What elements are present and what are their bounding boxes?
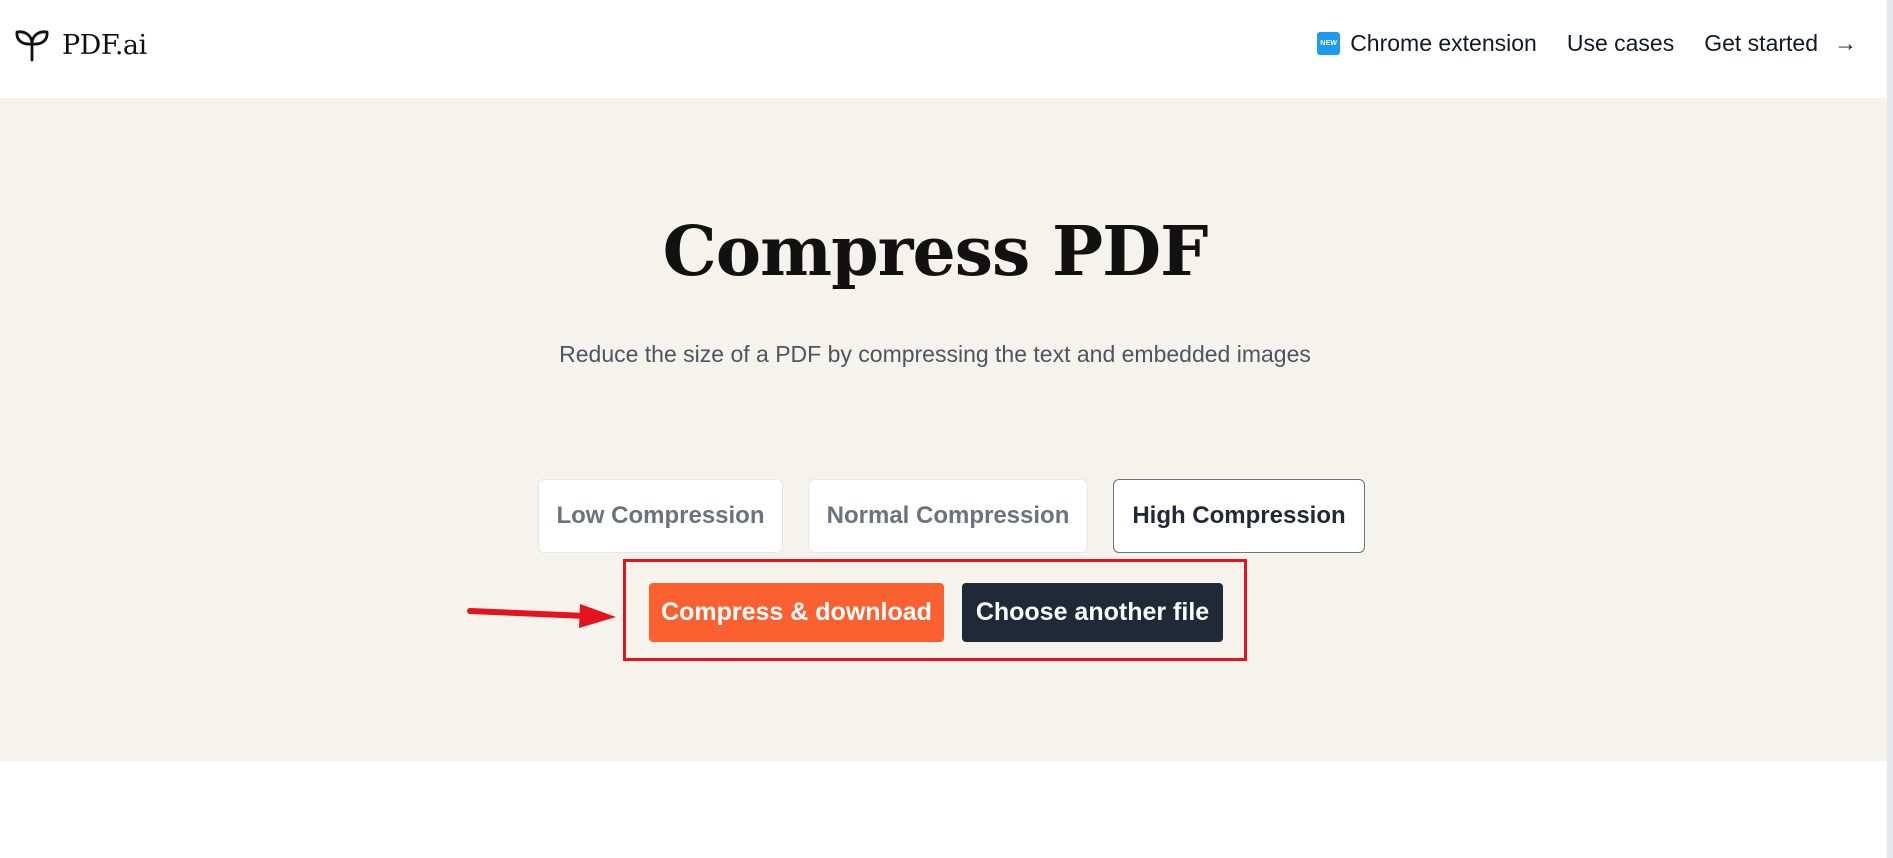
page-subtitle: Reduce the size of a PDF by compressing …	[559, 341, 1311, 367]
annotation-arrow-icon	[467, 604, 616, 628]
choose-another-file-button[interactable]: Choose another file	[962, 583, 1223, 642]
logo-text: PDF.ai	[62, 29, 147, 61]
page-scrollbar[interactable]	[1887, 0, 1893, 858]
nav-chrome-extension-label: Chrome extension	[1350, 30, 1537, 56]
low-compression-option[interactable]: Low Compression	[538, 479, 783, 553]
logo[interactable]: PDF.ai	[14, 28, 147, 62]
nav-use-cases-label: Use cases	[1566, 30, 1675, 56]
site-header: PDF.ai NEW Chrome extension Use cases Ge…	[0, 0, 1887, 98]
high-compression-option[interactable]: High Compression	[1113, 479, 1365, 553]
nav-chrome-extension[interactable]: NEW Chrome extension	[1317, 30, 1537, 57]
new-badge-icon: NEW	[1317, 32, 1341, 55]
page-title: Compress PDF	[662, 212, 1209, 292]
hero-section	[0, 98, 1887, 761]
nav-get-started[interactable]: Get started →	[1704, 30, 1857, 57]
nav-use-cases[interactable]: Use cases	[1567, 30, 1674, 57]
compress-download-button[interactable]: Compress & download	[649, 583, 944, 642]
sprout-logo-icon	[15, 30, 49, 62]
nav-get-started-label: Get started	[1704, 30, 1818, 56]
normal-compression-option[interactable]: Normal Compression	[808, 479, 1088, 553]
arrow-right-icon: →	[1834, 30, 1857, 56]
top-nav: NEW Chrome extension Use cases Get start…	[1317, 30, 1857, 57]
